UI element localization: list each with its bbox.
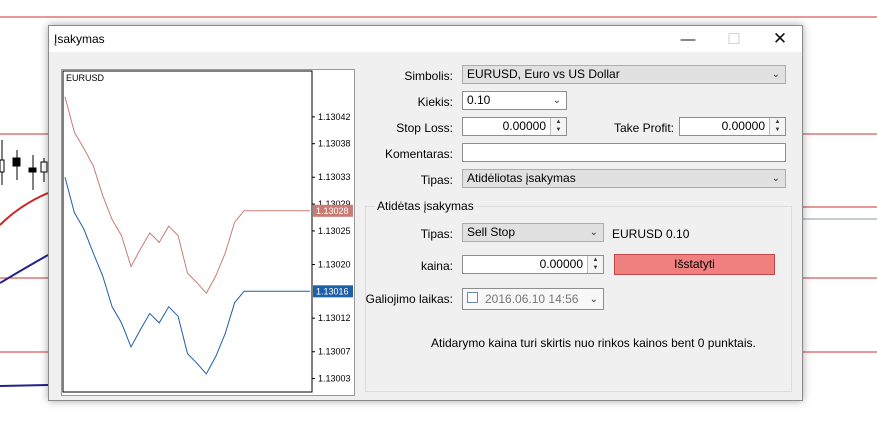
bg-ma-red [0,192,49,226]
volume-combo[interactable]: 0.10 ⌄ [462,91,567,110]
symbol-select[interactable]: EURUSD, Euro vs US Dollar ⌄ [462,65,786,84]
tick-chart-svg: EURUSD1.130421.130381.130331.130291.1302… [62,70,353,393]
bg-ma-blue [0,384,49,387]
y-tick-label: 1.13025 [318,226,351,236]
pending-type-label: Tipas: [420,227,453,241]
order-type-label: Tipas: [420,173,453,187]
expiry-value: 2016.06.10 14:56 [485,292,579,306]
comment-label: Komentaras: [384,147,453,161]
volume-value: 0.10 [467,93,491,107]
chevron-down-icon: ⌄ [589,227,598,238]
y-tick-label: 1.13042 [318,112,351,122]
symbol-value: EURUSD, Euro vs US Dollar [467,67,620,81]
y-tick-label: 1.13003 [318,374,351,384]
stop-loss-value: 0.00000 [502,119,546,133]
take-profit-input[interactable]: 0.00000 ▲ ▼ [679,117,786,136]
y-tick-label: 1.13020 [318,259,351,269]
plot-area [62,70,313,393]
pending-summary: EURUSD 0.10 [612,227,690,241]
comment-input[interactable] [462,143,786,162]
spinner-icon[interactable]: ▲ ▼ [550,118,566,135]
volume-label: Kiekis: [417,95,453,109]
title-bar: Įsakymas — ☐ ✕ [49,26,802,52]
spinner-icon[interactable]: ▲ ▼ [587,256,603,273]
stop-loss-label: Stop Loss: [396,121,453,135]
bid-price-label: 1.13016 [316,286,349,296]
y-tick-label: 1.13012 [318,313,351,323]
chevron-down-icon: ⌄ [552,95,561,106]
tick-chart: EURUSD 1.13042 1.13038 1.13033 1.13029 1.1302… [61,69,355,396]
maximize-icon[interactable]: ☐ [711,26,757,52]
place-button[interactable]: Išstatyti [614,254,775,275]
bg-candles [0,140,48,190]
take-profit-label: Take Profit: [613,121,674,135]
pending-type-select[interactable]: Sell Stop ⌄ [462,223,604,242]
chevron-down-icon: ⌄ [771,173,780,184]
pending-group-title: Atidėtas įsakymas [375,199,476,213]
expiry-label: Galiojimo laikas: [365,292,453,306]
price-input[interactable]: 0.00000 ▲ ▼ [462,255,604,274]
bg-ma-blue [0,254,49,284]
y-tick-label: 1.13007 [318,347,351,357]
pending-note: Atidarymo kaina turi skirtis nuo rinkos … [431,336,756,350]
expiry-checkbox[interactable] [467,292,478,303]
take-profit-value: 0.00000 [721,119,765,133]
chart-symbol: EURUSD [66,73,105,83]
stop-loss-input[interactable]: 0.00000 ▲ ▼ [462,117,567,136]
order-dialog: Įsakymas — ☐ ✕ EURUSD 1.13042 1.13038 1.130… [48,25,803,401]
bg-label: '' [822,0,826,4]
ask-price-label: 1.13028 [316,206,349,216]
order-type-select[interactable]: Atidėliotas įsakymas ⌄ [462,169,786,188]
symbol-label: Simbolis: [404,69,453,83]
close-icon[interactable]: ✕ [757,26,803,52]
expiry-datetime-input[interactable]: 2016.06.10 14:56 ⌄ [462,288,604,310]
chevron-down-icon: ⌄ [771,69,780,80]
price-value: 0.00000 [539,257,583,271]
price-label: kaina: [420,259,453,273]
spinner-icon[interactable]: ▲ ▼ [769,118,785,135]
minimize-icon[interactable]: — [665,26,711,52]
order-type-value: Atidėliotas įsakymas [467,171,576,185]
dialog-title: Įsakymas [54,32,105,46]
y-tick-label: 1.13038 [318,139,351,149]
chevron-down-icon: ⌄ [589,294,598,305]
y-tick-label: 1.13033 [318,172,351,182]
pending-type-value: Sell Stop [467,225,516,239]
